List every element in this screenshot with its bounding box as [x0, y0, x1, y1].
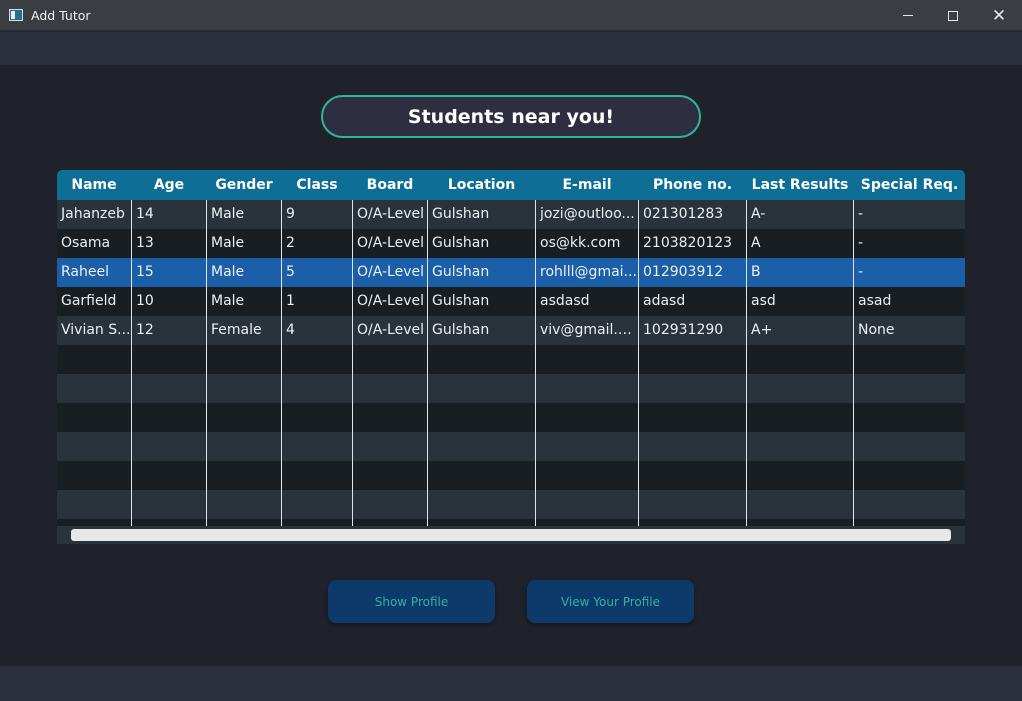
close-icon: ✕	[991, 5, 1007, 26]
cell-email: rohlll@gmai...	[540, 264, 637, 280]
view-your-profile-button[interactable]: View Your Profile	[527, 580, 694, 623]
empty-row	[57, 345, 965, 374]
page-heading: Students near you!	[321, 95, 701, 138]
empty-row	[57, 519, 965, 526]
column-header-age[interactable]: Age	[132, 170, 206, 200]
column-divider	[352, 200, 353, 526]
cell-gender: Female	[211, 322, 262, 338]
cell-class: 1	[286, 293, 295, 309]
table-row[interactable]: Osama 13 Male 2 O/A-Level Gulshan os@kk.…	[57, 229, 965, 258]
column-header-gender[interactable]: Gender	[207, 170, 281, 200]
column-header-name[interactable]: Name	[57, 170, 131, 200]
cell-phone: adasd	[643, 293, 686, 309]
column-header-board[interactable]: Board	[353, 170, 427, 200]
cell-location: Gulshan	[432, 206, 490, 222]
cell-location: Gulshan	[432, 235, 490, 251]
cell-age: 15	[136, 264, 154, 280]
cell-last-results: asd	[751, 293, 776, 309]
maximize-button[interactable]	[930, 0, 976, 31]
cell-special-req: None	[858, 322, 895, 338]
cell-gender: Male	[211, 293, 245, 309]
minimize-icon	[903, 15, 913, 16]
bottom-band	[0, 666, 1022, 701]
column-header-location[interactable]: Location	[428, 170, 535, 200]
cell-board: O/A-Level	[357, 322, 425, 338]
column-header-email[interactable]: E-mail	[536, 170, 638, 200]
cell-board: O/A-Level	[357, 206, 425, 222]
title-bar: Add Tutor ✕	[0, 0, 1022, 31]
cell-last-results: B	[751, 264, 761, 280]
cell-last-results: A+	[751, 322, 773, 338]
column-divider	[535, 200, 536, 526]
column-divider	[206, 200, 207, 526]
cell-class: 5	[286, 264, 295, 280]
cell-special-req: asad	[858, 293, 892, 309]
cell-gender: Male	[211, 206, 245, 222]
cell-special-req: -	[858, 235, 864, 251]
cell-phone: 021301283	[643, 206, 724, 222]
cell-email: viv@gmail.c...	[540, 322, 638, 338]
cell-name: Vivian S...	[61, 322, 131, 338]
minimize-button[interactable]	[885, 0, 931, 31]
cell-board: O/A-Level	[357, 293, 425, 309]
column-header-special-req[interactable]: Special Req.	[854, 170, 965, 200]
cell-special-req: -	[858, 264, 864, 280]
table-row[interactable]: Jahanzeb 14 Male 9 O/A-Level Gulshan joz…	[57, 200, 965, 229]
show-profile-button[interactable]: Show Profile	[328, 580, 495, 623]
app-icon	[9, 9, 23, 21]
column-divider	[746, 200, 747, 526]
cell-age: 14	[136, 206, 154, 222]
cell-class: 4	[286, 322, 295, 338]
cell-gender: Male	[211, 235, 245, 251]
cell-class: 9	[286, 206, 295, 222]
cell-gender: Male	[211, 264, 245, 280]
cell-age: 12	[136, 322, 154, 338]
scrollbar-thumb[interactable]	[71, 529, 951, 541]
cell-phone: 012903912	[643, 264, 724, 280]
students-table[interactable]: Name Age Gender Class Board Location E-m…	[57, 170, 965, 544]
column-divider	[638, 200, 639, 526]
cell-name: Osama	[61, 235, 111, 251]
window-title: Add Tutor	[31, 8, 91, 23]
cell-age: 10	[136, 293, 154, 309]
cell-phone: 2103820123	[643, 235, 733, 251]
empty-row	[57, 490, 965, 519]
column-header-phone[interactable]: Phone no.	[639, 170, 746, 200]
cell-location: Gulshan	[432, 293, 490, 309]
cell-name: Jahanzeb	[61, 206, 125, 222]
horizontal-scrollbar[interactable]	[57, 526, 965, 544]
empty-row	[57, 374, 965, 403]
cell-location: Gulshan	[432, 264, 490, 280]
cell-location: Gulshan	[432, 322, 490, 338]
column-header-class[interactable]: Class	[282, 170, 352, 200]
column-divider	[131, 200, 132, 526]
empty-row	[57, 403, 965, 432]
empty-row	[57, 432, 965, 461]
table-row[interactable]: Garfield 10 Male 1 O/A-Level Gulshan asd…	[57, 287, 965, 316]
cell-name: Garfield	[61, 293, 117, 309]
cell-email: jozi@outloo...	[540, 206, 635, 222]
cell-special-req: -	[858, 206, 864, 222]
cell-phone: 102931290	[643, 322, 724, 338]
empty-row	[57, 461, 965, 490]
cell-email: os@kk.com	[540, 235, 621, 251]
top-band	[0, 32, 1022, 65]
table-row-selected[interactable]: Raheel 15 Male 5 O/A-Level Gulshan rohll…	[57, 258, 965, 287]
column-divider	[853, 200, 854, 526]
cell-last-results: A-	[751, 206, 766, 222]
maximize-icon	[948, 10, 958, 21]
cell-last-results: A	[751, 235, 761, 251]
cell-email: asdasd	[540, 293, 590, 309]
column-header-last-results[interactable]: Last Results	[747, 170, 853, 200]
cell-board: O/A-Level	[357, 235, 425, 251]
cell-age: 13	[136, 235, 154, 251]
close-button[interactable]: ✕	[976, 0, 1022, 31]
column-divider	[427, 200, 428, 526]
table-header: Name Age Gender Class Board Location E-m…	[57, 170, 965, 200]
table-row[interactable]: Vivian S... 12 Female 4 O/A-Level Gulsha…	[57, 316, 965, 345]
cell-class: 2	[286, 235, 295, 251]
cell-name: Raheel	[61, 264, 109, 280]
cell-board: O/A-Level	[357, 264, 425, 280]
column-divider	[281, 200, 282, 526]
